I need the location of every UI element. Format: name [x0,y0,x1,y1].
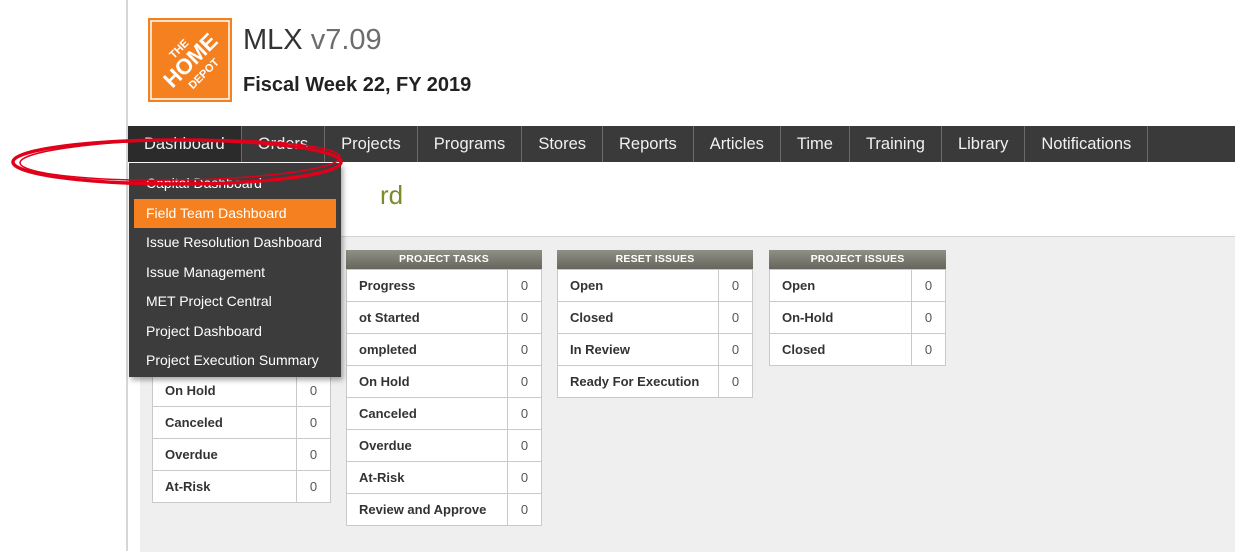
project-tasks-panel: PROJECT TASKS Progress 0 ot Started 0 ompl… [346,250,542,526]
table-row[interactable]: Open 0 [769,269,946,302]
row-count[interactable]: 0 [718,333,753,366]
menu-item-project-execution-summary[interactable]: Project Execution Summary [129,346,341,376]
nav-dashboard[interactable]: Dashboard [128,126,242,162]
row-label: ot Started [346,301,508,334]
row-label: On Hold [346,365,508,398]
table-row[interactable]: Overdue 0 [152,438,331,471]
row-label: Open [557,269,719,302]
project-issues-panel: PROJECT ISSUES Open 0 On-Hold 0 Closed 0 [769,250,946,366]
nav-orders[interactable]: Orders [242,126,326,162]
row-label: Overdue [346,429,508,462]
project-tasks-table: Progress 0 ot Started 0 ompleted 0 On Hold 0… [346,269,542,526]
projects-panel: On Hold 0 Canceled 0 Overdue 0 At-Risk 0 [152,374,331,503]
table-row[interactable]: On Hold 0 [152,374,331,407]
table-row[interactable]: Closed 0 [557,301,753,334]
table-row[interactable]: On Hold 0 [346,365,542,398]
row-count[interactable]: 0 [507,397,542,430]
dashboard-dropdown-menu: Capital Dashboard Field Team Dashboard I… [129,163,341,377]
menu-item-project-dashboard[interactable]: Project Dashboard [129,317,341,347]
row-count[interactable]: 0 [718,269,753,302]
row-label: On-Hold [769,301,912,334]
table-row[interactable]: ompleted 0 [346,333,542,366]
nav-programs[interactable]: Programs [418,126,523,162]
row-count[interactable]: 0 [507,269,542,302]
nav-projects[interactable]: Projects [325,126,418,162]
row-count[interactable]: 0 [911,301,946,334]
table-row[interactable]: Closed 0 [769,333,946,366]
nav-time[interactable]: Time [781,126,850,162]
left-divider [126,0,128,551]
menu-item-met-project-central[interactable]: MET Project Central [129,287,341,317]
row-label: Review and Approve [346,493,508,526]
row-label: Ready For Execution [557,365,719,398]
nav-reports[interactable]: Reports [603,126,694,162]
row-label: At-Risk [152,470,297,503]
main-nav: Dashboard Orders Projects Programs Store… [128,126,1235,162]
nav-stores[interactable]: Stores [522,126,603,162]
table-row[interactable]: Canceled 0 [152,406,331,439]
panel-header: PROJECT TASKS [346,250,542,269]
table-row[interactable]: Open 0 [557,269,753,302]
row-label: On Hold [152,374,297,407]
menu-item-capital-dashboard[interactable]: Capital Dashboard [129,169,341,199]
table-row[interactable]: Review and Approve 0 [346,493,542,526]
project-issues-table: Open 0 On-Hold 0 Closed 0 [769,269,946,366]
nav-notifications[interactable]: Notifications [1025,126,1149,162]
row-count[interactable]: 0 [911,333,946,366]
row-label: In Review [557,333,719,366]
nav-library[interactable]: Library [942,126,1026,162]
row-count[interactable]: 0 [718,365,753,398]
row-count[interactable]: 0 [507,429,542,462]
table-row[interactable]: Progress 0 [346,269,542,302]
row-count[interactable]: 0 [718,301,753,334]
row-count[interactable]: 0 [296,374,331,407]
row-count[interactable]: 0 [507,461,542,494]
home-depot-logo: THE HOME DEPOT [148,18,232,102]
app-version: v7.09 [310,24,382,56]
table-row[interactable]: In Review 0 [557,333,753,366]
row-label: Closed [557,301,719,334]
menu-item-field-team-dashboard[interactable]: Field Team Dashboard [134,198,336,228]
app-name: MLX [243,24,303,56]
row-count[interactable]: 0 [507,365,542,398]
row-count[interactable]: 0 [507,301,542,334]
row-count[interactable]: 0 [507,333,542,366]
fiscal-week: Fiscal Week 22, FY 2019 [243,74,472,96]
table-row[interactable]: At-Risk 0 [152,470,331,503]
row-count[interactable]: 0 [296,470,331,503]
menu-item-issue-resolution-dashboard[interactable]: Issue Resolution Dashboard [129,228,341,258]
row-label: ompleted [346,333,508,366]
table-row[interactable]: Overdue 0 [346,429,542,462]
row-label: At-Risk [346,461,508,494]
row-label: Canceled [346,397,508,430]
row-label: Closed [769,333,912,366]
reset-issues-panel: RESET ISSUES Open 0 Closed 0 In Review 0 Re… [557,250,753,398]
row-label: Progress [346,269,508,302]
row-count[interactable]: 0 [296,438,331,471]
table-row[interactable]: On-Hold 0 [769,301,946,334]
nav-articles[interactable]: Articles [694,126,781,162]
reset-issues-table: Open 0 Closed 0 In Review 0 Ready For Execu… [557,269,753,398]
page-title: rd [380,180,404,210]
row-count[interactable]: 0 [911,269,946,302]
projects-table: On Hold 0 Canceled 0 Overdue 0 At-Risk 0 [152,374,331,503]
nav-training[interactable]: Training [850,126,942,162]
row-label: Canceled [152,406,297,439]
panel-header: PROJECT ISSUES [769,250,946,269]
row-count[interactable]: 0 [296,406,331,439]
menu-item-issue-management[interactable]: Issue Management [129,258,341,288]
app-title: MLX v7.09 [243,24,382,57]
row-label: Overdue [152,438,297,471]
panel-header: RESET ISSUES [557,250,753,269]
table-row[interactable]: At-Risk 0 [346,461,542,494]
table-row[interactable]: ot Started 0 [346,301,542,334]
table-row[interactable]: Ready For Execution 0 [557,365,753,398]
row-label: Open [769,269,912,302]
row-count[interactable]: 0 [507,493,542,526]
table-row[interactable]: Canceled 0 [346,397,542,430]
